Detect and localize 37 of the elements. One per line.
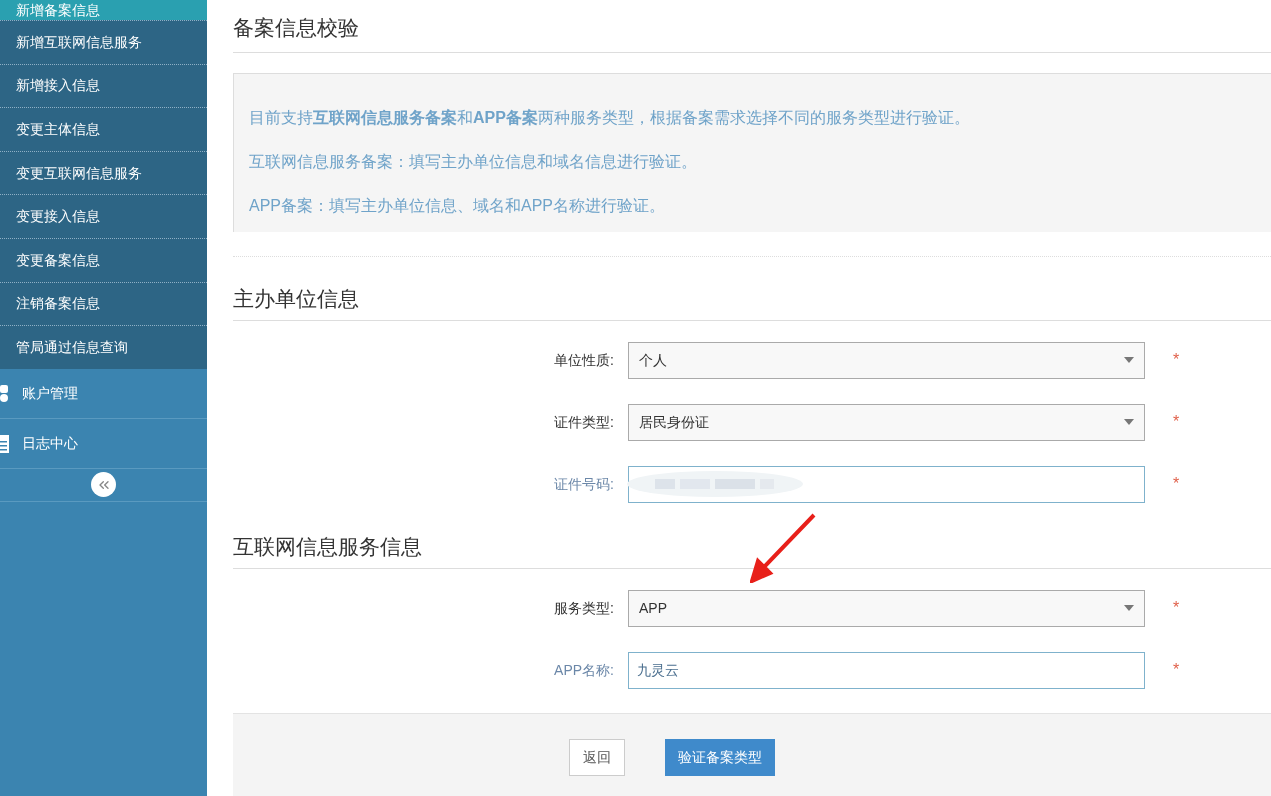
notice-text: 互联网信息服务备案：填写主办单位信息和域名信息进行验证。 (249, 152, 698, 172)
select-field[interactable]: 居民身份证 (628, 403, 1145, 441)
back-button[interactable]: 返回 (569, 739, 625, 776)
sidebar-item[interactable]: 注销备案信息 (0, 281, 207, 326)
section-title: 主办单位信息 (233, 277, 1271, 321)
dropdown-caret-icon (1124, 605, 1134, 611)
sidebar-group[interactable]: 账户管理 (0, 368, 207, 419)
required-mark: * (1173, 660, 1180, 680)
notice-text: 目前支持互联网信息服务备案和APP备案两种服务类型，根据备案需求选择不同的服务类型进行验证。 (249, 108, 971, 128)
sidebar-item[interactable]: 变更互联网信息服务 (0, 150, 207, 195)
page-title: 备案信息校验 (233, 3, 1271, 53)
sidebar-item[interactable]: 变更接入信息 (0, 194, 207, 238)
sidebar-item[interactable]: 变更主体信息 (0, 107, 207, 151)
annotation-arrow (750, 513, 816, 583)
field-label: 证件号码: (553, 474, 615, 494)
dropdown-caret-icon (1124, 357, 1134, 363)
input-field[interactable]: 九灵云 (628, 651, 1145, 689)
dropdown-caret-icon (1124, 419, 1134, 425)
collapse-button[interactable] (91, 472, 116, 498)
required-mark: * (1173, 598, 1180, 618)
field-label: 单位性质: (553, 350, 615, 370)
verify-button[interactable]: 验证备案类型 (665, 739, 775, 776)
field-label: 证件类型: (553, 412, 615, 432)
sidebar-item[interactable]: 管局通过信息查询 (0, 325, 207, 369)
field-label: APP名称: (553, 660, 615, 680)
input-field[interactable] (628, 465, 1145, 503)
required-mark: * (1173, 350, 1180, 370)
notice-text: APP备案：填写主办单位信息、域名和APP名称进行验证。 (249, 196, 667, 216)
select-field[interactable]: APP (628, 589, 1145, 627)
sidebar-item[interactable]: 新增接入信息 (0, 63, 207, 108)
sidebar-group[interactable]: 日志中心 (0, 418, 207, 469)
required-mark: * (1173, 412, 1180, 432)
sidebar-item[interactable]: 新增互联网信息服务 (0, 20, 207, 64)
select-field[interactable]: 个人 (628, 341, 1145, 379)
required-mark: * (1173, 474, 1180, 494)
field-label: 服务类型: (553, 598, 615, 618)
sidebar-item[interactable]: 变更备案信息 (0, 237, 207, 282)
